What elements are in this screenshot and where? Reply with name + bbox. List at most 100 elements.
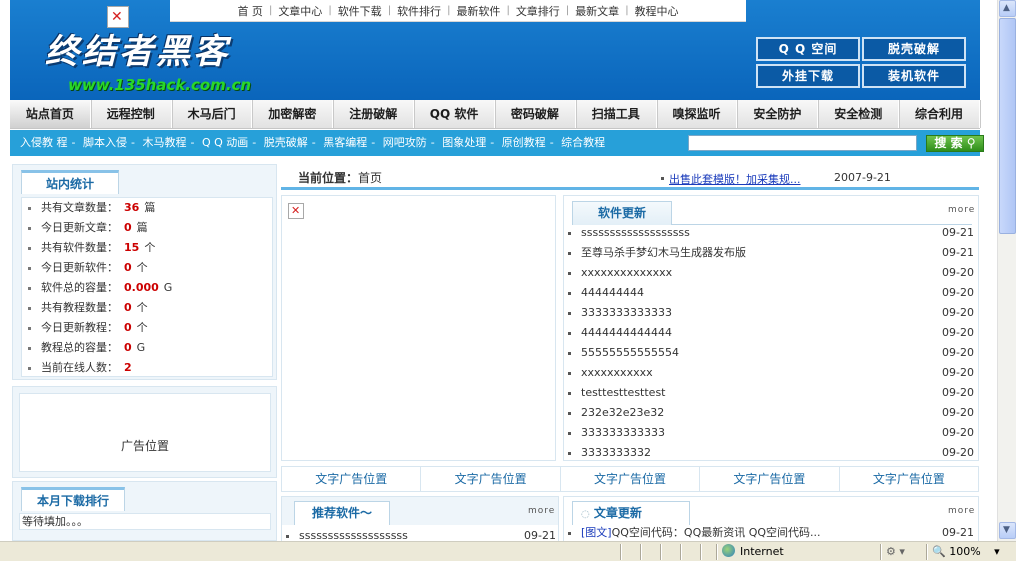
- chevron-down-icon: ▼: [1003, 525, 1010, 535]
- text-ad-3[interactable]: 文字广告位置: [561, 467, 701, 491]
- subnav-hacker-programming[interactable]: 黑客编程: [323, 136, 367, 149]
- bullet-icon: [661, 177, 664, 180]
- subnav-image-processing[interactable]: 图象处理: [442, 136, 486, 149]
- topnav-latest-software[interactable]: 最新软件: [450, 3, 506, 19]
- list-item-title: 4444444444444: [581, 326, 672, 339]
- protected-mode-icon[interactable]: ⚙ ▾: [886, 544, 905, 560]
- subnav-intrusion-tutorial[interactable]: 入侵教 程: [20, 136, 68, 149]
- nav-remote-control[interactable]: 远程控制: [91, 100, 172, 128]
- stat-value: 0: [124, 321, 132, 334]
- subnav-script-intrusion[interactable]: 脚本入侵: [83, 136, 127, 149]
- bullet-icon: [568, 392, 571, 395]
- site-logo[interactable]: 终结者黑客: [45, 24, 230, 73]
- list-item[interactable]: 3333333332 09-20: [568, 443, 974, 463]
- list-item[interactable]: [图文]QQ空间代码：QQ最新资讯 QQ空间代码... 09-21: [568, 523, 974, 541]
- vertical-scrollbar[interactable]: ▲ ▼: [997, 0, 1016, 541]
- nav-comprehensive[interactable]: 综合利用: [899, 100, 980, 128]
- topnav-software-ranking[interactable]: 软件排行: [391, 3, 447, 19]
- topnav-article-ranking[interactable]: 文章排行: [510, 3, 566, 19]
- list-item[interactable]: sssssssssssssssssss 09-21: [286, 526, 556, 541]
- list-item[interactable]: 4444444444444 09-20: [568, 323, 974, 343]
- stat-label: 共有软件数量：: [41, 241, 118, 254]
- left-ad-placeholder[interactable]: 广告位置: [19, 393, 271, 472]
- text-ad-2[interactable]: 文字广告位置: [421, 467, 561, 491]
- subnav-unpack-crack[interactable]: 脱壳破解: [264, 136, 308, 149]
- notice-link[interactable]: 出售此套模版！加采集规...: [669, 171, 801, 187]
- featured-image-area: ✕: [281, 195, 556, 461]
- subnav-separator: -: [490, 136, 495, 149]
- bullet-icon: [568, 432, 571, 435]
- list-item[interactable]: 55555555555554 09-20: [568, 343, 974, 363]
- nav-security-protection[interactable]: 安全防护: [737, 100, 819, 128]
- search-input[interactable]: [688, 135, 917, 151]
- subnav-netbar-attack[interactable]: 网吧攻防: [383, 136, 427, 149]
- subnav-original-tutorial[interactable]: 原创教程: [502, 136, 546, 149]
- list-item[interactable]: xxxxxxxxxxx 09-20: [568, 363, 974, 383]
- scroll-up-button[interactable]: ▲: [999, 0, 1016, 17]
- article-item-prefix[interactable]: [图文]: [581, 526, 612, 539]
- search-button[interactable]: 搜 索 ⚲: [926, 135, 984, 152]
- text-ad-1[interactable]: 文字广告位置: [282, 467, 422, 491]
- install-software-button[interactable]: 装机软件: [862, 64, 966, 88]
- topnav-tutorial-center[interactable]: 教程中心: [629, 3, 685, 19]
- list-item[interactable]: 3333333333333 09-20: [568, 303, 974, 323]
- recommended-software-title: 推荐软件～: [294, 501, 390, 525]
- loading-icon: ◌: [581, 509, 590, 520]
- nav-qq-software[interactable]: QQ 软件: [414, 100, 495, 128]
- zoom-control[interactable]: 🔍 100% ▾: [932, 544, 1000, 560]
- stat-row-articles: 共有文章数量： 36 篇: [28, 198, 155, 218]
- nav-trojan-backdoor[interactable]: 木马后门: [172, 100, 253, 128]
- list-item-date: 09-21: [942, 246, 974, 259]
- topnav-latest-articles[interactable]: 最新文章: [569, 3, 625, 19]
- stat-unit: 个: [136, 301, 148, 314]
- subnav-trojan-tutorial[interactable]: 木马教程: [142, 136, 186, 149]
- location-bar: 当前位置：首页 出售此套模版！加采集规... 2007-9-21: [281, 164, 979, 190]
- list-item[interactable]: 333333333333 09-20: [568, 423, 974, 443]
- list-item[interactable]: 232e32e23e32 09-20: [568, 403, 974, 423]
- security-zone[interactable]: Internet: [722, 544, 784, 560]
- list-item[interactable]: testtesttesttest 09-20: [568, 383, 974, 403]
- software-updates-title: 软件更新: [572, 201, 672, 225]
- stat-row-today-tutorials: 今日更新教程： 0 个: [28, 318, 148, 338]
- nav-registration-crack[interactable]: 注册破解: [333, 100, 415, 128]
- nav-security-check[interactable]: 安全检测: [818, 100, 900, 128]
- monthly-ranking-placeholder: 等待填加。。。: [19, 513, 271, 530]
- bullet-icon: [568, 232, 571, 235]
- scrollbar-thumb[interactable]: [999, 18, 1016, 234]
- nav-sniff-monitor[interactable]: 嗅探监听: [657, 100, 738, 128]
- text-ad-5[interactable]: 文字广告位置: [840, 467, 978, 491]
- nav-home[interactable]: 站点首页: [10, 100, 91, 128]
- list-item[interactable]: xxxxxxxxxxxxxx 09-20: [568, 263, 974, 283]
- subnav-general-tutorial[interactable]: 综合教程: [561, 136, 605, 149]
- topnav-article-center[interactable]: 文章中心: [272, 3, 328, 19]
- stat-unit: 个: [144, 241, 156, 254]
- stat-row-today-articles: 今日更新文章： 0 篇: [28, 218, 148, 238]
- list-item-date: 09-20: [942, 306, 974, 319]
- site-stats-panel: 站内统计 共有文章数量： 36 篇 今日更新文章： 0 篇 共有软件数量： 15 个 今日更…: [12, 164, 277, 380]
- list-item-date: 09-20: [942, 346, 974, 359]
- qq-space-button[interactable]: Q Q 空间: [756, 37, 860, 61]
- plugin-download-button[interactable]: 外挂下载: [756, 64, 860, 88]
- recommended-more-link[interactable]: more: [528, 506, 555, 516]
- list-item-title: 444444444: [581, 286, 644, 299]
- search-button-label: 搜 索: [934, 136, 963, 150]
- article-updates-more-link[interactable]: more: [948, 506, 975, 516]
- unpack-crack-button[interactable]: 脱壳破解: [862, 37, 966, 61]
- software-updates-more-link[interactable]: more: [948, 205, 975, 215]
- recommended-software-panel: 推荐软件～ more sssssssssssssssssss 09-21: [281, 496, 559, 541]
- list-item[interactable]: 至尊马杀手梦幻木马生成器发布版 09-21: [568, 243, 974, 263]
- subnav-qq-animation[interactable]: Q Q 动画: [202, 136, 248, 149]
- list-item-title: 3333333333333: [581, 306, 672, 319]
- scroll-down-button[interactable]: ▼: [999, 522, 1016, 539]
- nav-scan-tools[interactable]: 扫描工具: [576, 100, 657, 128]
- list-item[interactable]: 444444444 09-20: [568, 283, 974, 303]
- list-item[interactable]: sssssssssssssssssss 09-21: [568, 223, 974, 243]
- topnav-software-download[interactable]: 软件下载: [332, 3, 388, 19]
- nav-encrypt-decrypt[interactable]: 加密解密: [252, 100, 334, 128]
- site-logo-url: www.135hack.com.cn: [68, 76, 252, 94]
- breadcrumb-current[interactable]: 首页: [358, 171, 382, 185]
- nav-password-crack[interactable]: 密码破解: [495, 100, 576, 128]
- stat-unit: 篇: [136, 221, 148, 234]
- topnav-home[interactable]: 首 页: [231, 3, 269, 19]
- text-ad-4[interactable]: 文字广告位置: [700, 467, 840, 491]
